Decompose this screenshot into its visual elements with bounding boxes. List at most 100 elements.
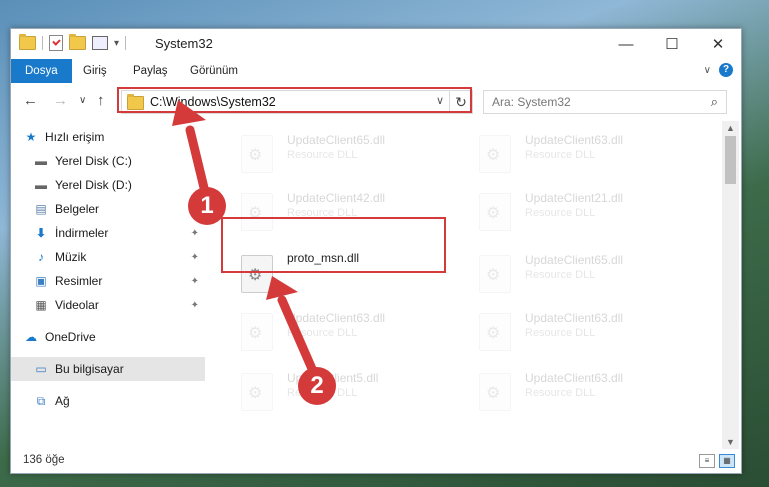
maximize-button[interactable]: ☐ — [649, 29, 695, 59]
pin-icon[interactable]: ✦ — [191, 276, 199, 287]
pin-icon[interactable]: ✦ — [191, 228, 199, 239]
dll-file-icon — [241, 313, 273, 351]
sidebar-item-documents[interactable]: ▤ Belgeler — [33, 197, 205, 221]
scroll-thumb[interactable] — [725, 136, 736, 184]
expand-ribbon-icon[interactable]: ∨ — [704, 65, 711, 76]
file-name: UpdateClient42.dll — [287, 191, 386, 205]
sidebar-item-disk-d[interactable]: ▬ Yerel Disk (D:) — [33, 173, 205, 197]
ribbon-tabs: Dosya Giriş Paylaş Görünüm ∨ ? — [11, 59, 741, 84]
sidebar-item-label: Ağ — [55, 394, 70, 408]
sidebar-item-label: Yerel Disk (C:) — [55, 154, 132, 168]
file-list: UpdateClient65.dll Resource DLL UpdateCl… — [211, 121, 723, 449]
file-type: Resource DLL — [525, 149, 596, 161]
address-row: ← → ∨ ↑ C:\Windows\System32 ∨ ↻ Ara: Sys… — [11, 83, 741, 119]
folder-icon[interactable] — [19, 34, 36, 50]
sidebar-item-videos[interactable]: ▦ Videolar ✦ — [33, 293, 205, 317]
file-type: Resource DLL — [525, 207, 596, 219]
file-item[interactable]: UpdateClient63.dll Resource DLL — [459, 307, 679, 357]
dll-file-icon — [479, 373, 511, 411]
sidebar-item-this-pc[interactable]: ▭ Bu bilgisayar — [11, 357, 205, 381]
details-view-icon[interactable]: ≡ — [699, 454, 715, 468]
sidebar-item-label: İndirmeler — [55, 226, 109, 240]
help-icon[interactable]: ? — [719, 63, 733, 77]
tab-share[interactable]: Paylaş — [133, 59, 168, 83]
scroll-up-icon[interactable]: ▲ — [726, 123, 735, 133]
back-button[interactable]: ← — [23, 92, 38, 109]
documents-icon: ▤ — [35, 202, 47, 216]
tiles-view-icon[interactable]: ▦ — [719, 454, 735, 468]
properties-check-icon[interactable] — [49, 35, 63, 51]
videos-icon: ▦ — [35, 298, 47, 312]
file-type: Resource DLL — [525, 269, 596, 281]
sidebar-item-label: Belgeler — [55, 202, 100, 216]
dll-file-icon — [479, 135, 511, 173]
quick-access-toolbar: ▾ — [19, 34, 127, 51]
file-name: UpdateClient65.dll — [287, 133, 386, 147]
ribbon-controls: ∨ ? — [704, 63, 733, 77]
forward-button[interactable]: → — [53, 92, 68, 109]
sidebar-item-label: Hızlı erişim — [45, 130, 105, 144]
qat-dropdown-icon[interactable]: ▾ — [114, 38, 119, 49]
sidebar-item-pictures[interactable]: ▣ Resimler ✦ — [33, 269, 205, 293]
file-item[interactable]: UpdateClient63.dll Resource DLL — [459, 129, 679, 179]
sidebar-item-label: Müzik — [55, 250, 87, 264]
file-item[interactable]: UpdateClient63.dll Resource DLL — [221, 307, 441, 357]
search-icon[interactable]: ⌕ — [711, 94, 718, 110]
scroll-down-icon[interactable]: ▼ — [726, 437, 735, 447]
file-type: Resource DLL — [287, 149, 358, 161]
tab-file[interactable]: Dosya — [11, 59, 72, 83]
pictures-icon: ▣ — [35, 274, 47, 288]
drive-icon: ▬ — [35, 154, 47, 168]
close-button[interactable]: ✕ — [695, 29, 741, 59]
cloud-icon: ☁ — [25, 330, 37, 344]
step-1-badge: 1 — [188, 187, 226, 225]
file-name: UpdateClient63.dll — [525, 371, 624, 385]
dll-file-icon — [479, 193, 511, 231]
recent-locations-button[interactable]: ∨ — [79, 95, 86, 106]
file-name: UpdateClient65.dll — [525, 253, 624, 267]
customize-icon[interactable] — [92, 36, 108, 50]
computer-icon: ▭ — [35, 362, 47, 376]
sidebar-item-label: Videolar — [55, 298, 99, 312]
tab-view[interactable]: Görünüm — [190, 59, 238, 83]
network-icon: ⧉ — [36, 394, 46, 408]
file-highlight-box — [221, 217, 446, 273]
view-buttons: ≡ ▦ — [699, 454, 735, 468]
drive-icon: ▬ — [35, 178, 47, 192]
sidebar-item-network[interactable]: ⧉ Ağ — [33, 389, 205, 413]
up-button[interactable]: ↑ — [97, 92, 105, 109]
star-icon: ★ — [25, 130, 37, 144]
dll-file-icon — [479, 313, 511, 351]
tab-home[interactable]: Giriş — [83, 59, 107, 83]
address-highlight-box — [117, 87, 472, 113]
toolbar-separator — [42, 36, 43, 50]
sidebar-item-onedrive[interactable]: ☁ OneDrive — [23, 325, 205, 349]
file-name: UpdateClient21.dll — [525, 191, 624, 205]
pin-icon[interactable]: ✦ — [191, 252, 199, 263]
file-item[interactable]: UpdateClient65.dll Resource DLL — [459, 249, 679, 299]
sidebar-item-downloads[interactable]: ⬇ İndirmeler ✦ — [33, 221, 205, 245]
file-type: Resource DLL — [525, 327, 596, 339]
file-item[interactable]: UpdateClient65.dll Resource DLL — [221, 129, 441, 179]
status-bar: 136 öğe ≡ ▦ — [11, 449, 741, 473]
file-item[interactable]: UpdateClient21.dll Resource DLL — [459, 187, 679, 237]
sidebar-item-label: Resimler — [55, 274, 103, 288]
sidebar-item-label: Yerel Disk (D:) — [55, 178, 132, 192]
window-title: System32 — [155, 36, 213, 51]
vertical-scrollbar[interactable]: ▲ ▼ — [722, 121, 739, 449]
file-type: Resource DLL — [525, 387, 596, 399]
dll-file-icon — [241, 373, 273, 411]
file-name: UpdateClient63.dll — [287, 311, 386, 325]
minimize-button[interactable]: — — [603, 29, 649, 59]
pin-icon[interactable]: ✦ — [191, 300, 199, 311]
file-item[interactable]: UpdateClient63.dll Resource DLL — [459, 367, 679, 417]
sidebar-item-quick-access[interactable]: ★ Hızlı erişim — [23, 125, 217, 149]
sidebar-item-disk-c[interactable]: ▬ Yerel Disk (C:) — [33, 149, 205, 173]
navigation-pane: ★ Hızlı erişim ▬ Yerel Disk (C:) ▬ Yerel… — [11, 121, 205, 449]
new-folder-icon[interactable] — [69, 34, 86, 50]
dll-file-icon — [479, 255, 511, 293]
sidebar-item-music[interactable]: ♪ Müzik ✦ — [33, 245, 205, 269]
toolbar-separator — [125, 36, 127, 50]
search-input[interactable]: Ara: System32 ⌕ — [483, 90, 727, 114]
download-icon: ⬇ — [35, 226, 47, 240]
